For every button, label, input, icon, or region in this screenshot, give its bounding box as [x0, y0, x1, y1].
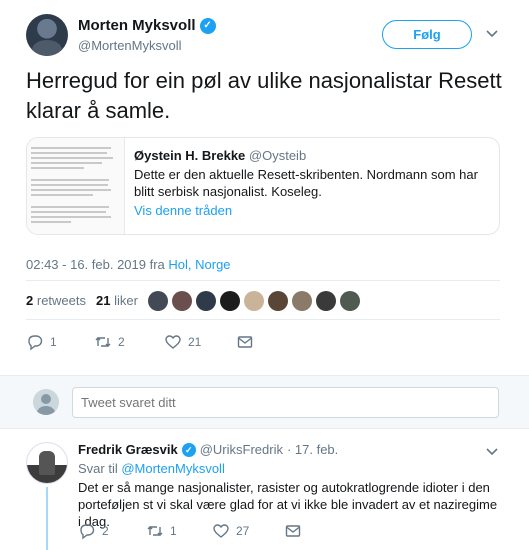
reply-author-handle[interactable]: @UriksFredrik	[200, 442, 283, 457]
like-button[interactable]: 27	[212, 522, 284, 540]
liker-avatar[interactable]	[316, 291, 336, 311]
quote-thumbnail-image	[27, 138, 125, 234]
quote-text: Dette er den aktuelle Resett-skribenten.…	[134, 167, 478, 199]
chevron-down-icon[interactable]	[485, 444, 499, 458]
author-name[interactable]: Morten Myksvoll	[78, 17, 196, 34]
liker-avatar[interactable]	[196, 291, 216, 311]
reply-author-row: Fredrik Græsvik ✓ @UriksFredrik · 17. fe…	[78, 442, 338, 457]
like-button[interactable]: 21	[164, 333, 236, 351]
quote-author-name[interactable]: Øystein H. Brekke	[134, 148, 245, 163]
direct-message-button[interactable]	[236, 333, 254, 351]
timestamp-text[interactable]: 02:43 - 16. feb. 2019 fra	[26, 257, 168, 272]
current-user-avatar	[33, 389, 59, 415]
reply-icon	[28, 335, 43, 351]
retweets-label: retweets	[36, 293, 86, 308]
heart-icon	[165, 335, 181, 349]
quoted-tweet-card[interactable]: Øystein H. Brekke @Oysteib Dette er den …	[26, 137, 500, 235]
retweet-count: 2	[118, 335, 125, 349]
retweet-icon	[95, 337, 111, 347]
like-count: 21	[188, 335, 202, 349]
retweets-count: 2	[26, 293, 34, 308]
liker-avatar[interactable]	[172, 291, 192, 311]
divider	[26, 319, 500, 320]
follow-button[interactable]: Følg	[382, 20, 472, 49]
tweet-timestamp: 02:43 - 16. feb. 2019 fra Hol, Norge	[26, 257, 231, 272]
message-icon	[285, 525, 301, 537]
chevron-down-icon[interactable]	[485, 26, 499, 40]
retweet-icon	[147, 526, 163, 536]
tweet-stats: 2 retweets 21 liker	[26, 293, 138, 308]
likes-label: liker	[114, 293, 138, 308]
quote-author[interactable]: Øystein H. Brekke @Oysteib	[134, 148, 306, 163]
reply-button[interactable]: 2	[78, 522, 146, 540]
tweet-text: Herregud for ein pøl av ulike nasjonalis…	[26, 68, 502, 123]
liker-avatar[interactable]	[220, 291, 240, 311]
reply-count: 2	[102, 524, 109, 538]
tweet-actions: 1 2 21	[26, 333, 254, 351]
likes-stat[interactable]: 21 liker	[96, 293, 138, 308]
reply-to-line: Svar til @MortenMyksvoll	[78, 461, 225, 476]
reply-to-prefix: Svar til	[78, 461, 122, 476]
reply-actions: 2 1 27	[78, 522, 302, 540]
reply-input[interactable]	[72, 387, 499, 418]
location-link[interactable]: Hol, Norge	[168, 257, 230, 272]
retweets-stat[interactable]: 2 retweets	[26, 293, 86, 308]
liker-avatar[interactable]	[340, 291, 360, 311]
reply-count: 1	[50, 335, 57, 349]
quote-author-handle[interactable]: @Oysteib	[249, 148, 306, 163]
liked-by-avatars	[148, 291, 360, 311]
show-thread-link[interactable]: Vis denne tråden	[134, 203, 232, 218]
direct-message-button[interactable]	[284, 522, 302, 540]
heart-icon	[213, 524, 229, 538]
thread-line	[46, 487, 48, 550]
liker-avatar[interactable]	[148, 291, 168, 311]
like-count: 27	[236, 524, 250, 538]
likes-count: 21	[96, 293, 111, 308]
verified-icon: ✓	[181, 442, 196, 457]
author-name-row[interactable]: Morten Myksvoll ✓	[78, 17, 216, 34]
retweet-button[interactable]: 1	[146, 522, 212, 540]
message-icon	[237, 336, 253, 348]
reply-author-name[interactable]: Fredrik Græsvik	[78, 442, 178, 457]
retweet-button[interactable]: 2	[94, 333, 164, 351]
reply-date[interactable]: · 17. feb.	[287, 442, 338, 457]
reply-author-avatar[interactable]	[26, 442, 68, 484]
divider	[26, 280, 500, 281]
author-handle[interactable]: @MortenMyksvoll	[78, 38, 182, 53]
liker-avatar[interactable]	[244, 291, 264, 311]
verified-icon: ✓	[199, 17, 216, 34]
author-avatar[interactable]	[26, 14, 68, 56]
liker-avatar[interactable]	[268, 291, 288, 311]
reply-icon	[80, 524, 95, 540]
liker-avatar[interactable]	[292, 291, 312, 311]
reply-to-handle-link[interactable]: @MortenMyksvoll	[121, 461, 225, 476]
reply-button[interactable]: 1	[26, 333, 94, 351]
retweet-count: 1	[170, 524, 177, 538]
